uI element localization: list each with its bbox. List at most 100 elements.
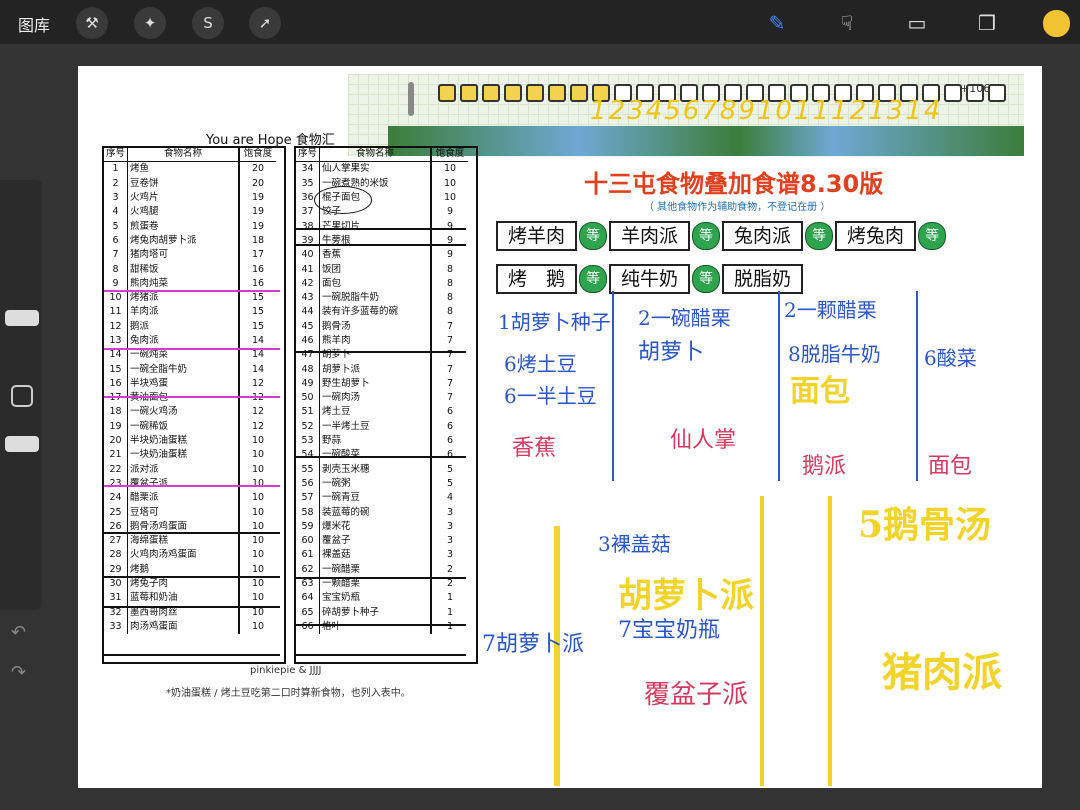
- game-screenshot: +106 1234567891011121314: [348, 74, 1024, 156]
- food-no: 58: [301, 506, 314, 518]
- layers-icon[interactable]: ❒: [970, 6, 1004, 40]
- drawing-canvas[interactable]: +106 1234567891011121314 You are Hope 食物…: [78, 66, 1042, 788]
- modifier-button[interactable]: [11, 385, 33, 407]
- table-row: 43 一碗脱脂牛奶 8: [296, 290, 469, 306]
- brush-icon[interactable]: ✎: [760, 6, 794, 40]
- handwritten-note: 6一半土豆: [504, 384, 597, 408]
- table-row: 48 胡萝卜派 7: [296, 362, 469, 377]
- transform-arrow-icon[interactable]: ➚: [249, 7, 281, 39]
- food-value: 9: [430, 248, 469, 263]
- food-name: 胡萝卜派: [319, 362, 432, 377]
- eraser-icon[interactable]: ▭: [900, 6, 934, 40]
- food-value: 3: [430, 505, 469, 520]
- handwritten-note: 覆盆子派: [644, 680, 749, 710]
- food-no: 5: [112, 220, 119, 232]
- food-no: 56: [301, 477, 314, 489]
- yellow-divider: [760, 496, 764, 786]
- recipe-item: 羊肉派: [609, 221, 691, 251]
- opacity-slider[interactable]: [5, 436, 39, 452]
- brush-size-slider[interactable]: [5, 310, 39, 326]
- food-name: 野蒜: [319, 433, 432, 449]
- food-name: 格叶: [319, 619, 432, 635]
- food-name: 烤猪派: [127, 290, 240, 306]
- handwritten-note: 猪肉派: [882, 649, 1002, 696]
- food-name: 火鸡腿: [127, 205, 240, 220]
- table-row: 51 烤土豆 6: [296, 405, 469, 420]
- food-name: 豆卷饼: [127, 176, 240, 191]
- food-slot: [570, 84, 588, 102]
- equals-badge: 等: [918, 222, 947, 250]
- table-row: 28 火鸡肉汤鸡蛋面 10: [104, 548, 277, 563]
- wrench-icon[interactable]: ⚒: [76, 7, 108, 39]
- recipe-subtitle: （ 其他食物作为辅助食物，不登记在册 ）: [644, 202, 831, 213]
- food-no: 15: [109, 363, 122, 375]
- food-value: 10: [238, 448, 277, 463]
- table-row: 12 鹅派 15: [104, 319, 277, 334]
- food-no: 52: [301, 420, 314, 432]
- blue-divider: [612, 291, 614, 481]
- food-value: 20: [238, 176, 277, 191]
- recipe-row-2: 烤 鹅 等 纯牛奶 等 脱脂奶: [496, 264, 804, 294]
- color-picker-button[interactable]: [1042, 9, 1071, 38]
- table-row: 59 爆米花 3: [296, 519, 469, 535]
- food-name: 羊肉派: [127, 305, 240, 320]
- food-value: 10: [430, 176, 469, 191]
- recipe-item: 烤 鹅: [496, 264, 578, 294]
- food-value: 7: [430, 376, 469, 392]
- col-header-value: 饱食度: [430, 147, 469, 163]
- food-name: 烤兔肉胡萝卜派: [127, 233, 240, 249]
- handwritten-note: 胡萝卜: [638, 340, 705, 365]
- food-value: 10: [238, 534, 277, 549]
- equals-badge: 等: [692, 222, 721, 250]
- strike-line: [104, 654, 280, 656]
- food-no: 34: [301, 163, 314, 175]
- food-no: 11: [109, 306, 122, 318]
- table-row: 17黄油面包12: [104, 391, 277, 406]
- food-value: 8: [430, 276, 469, 291]
- food-name: 装有许多蓝莓的碗: [319, 305, 432, 320]
- food-value: 8: [430, 262, 469, 277]
- highlight-line: [104, 485, 280, 487]
- table-row: 38 芒果切片 9: [296, 219, 469, 234]
- table-row: 27 海绵蛋糕 10: [104, 534, 277, 549]
- food-no: 28: [109, 549, 122, 561]
- table-row: 29 烤鹅 10: [104, 562, 277, 577]
- equals-badge: 等: [579, 265, 608, 293]
- food-value: 19: [238, 219, 277, 234]
- food-value: 5: [430, 462, 469, 477]
- handwritten-note: 7胡萝卜派: [482, 632, 584, 657]
- food-name: 火鸡片: [127, 190, 240, 206]
- redo-icon[interactable]: ↷: [11, 662, 26, 683]
- food-no: 43: [301, 292, 314, 304]
- food-name: 一碗炖菜: [127, 348, 240, 363]
- magic-wand-icon[interactable]: ✦: [134, 7, 166, 39]
- food-no: 18: [109, 406, 122, 418]
- handwritten-note: 8脱脂牛奶: [788, 342, 881, 366]
- undo-icon[interactable]: ↶: [11, 622, 26, 643]
- handwritten-note: 3裸盖菇: [598, 532, 671, 556]
- selection-icon[interactable]: S: [192, 7, 224, 39]
- food-name: 猪肉塔可: [127, 248, 240, 263]
- recipe-item: 脱脂奶: [722, 264, 804, 294]
- food-value: 8: [430, 290, 469, 306]
- table-row: 10 烤猪派 15: [104, 290, 277, 306]
- smudge-icon[interactable]: ☟: [830, 6, 864, 40]
- food-value: 14: [238, 333, 277, 349]
- food-no: 14: [109, 349, 122, 361]
- food-value: 10: [238, 462, 277, 477]
- strike-line: [296, 228, 466, 230]
- food-value: 4: [430, 491, 469, 506]
- food-name: 鹅派: [127, 319, 240, 334]
- food-name: 半块奶油蛋糕: [127, 433, 240, 449]
- table-row: 8 甜稀饭 16: [104, 262, 277, 277]
- table-row: 25 豆塔可 10: [104, 505, 277, 520]
- food-name: 香蕉: [319, 248, 432, 263]
- table-row: 13 兔肉派 14: [104, 333, 277, 349]
- food-name: 火鸡肉汤鸡蛋面: [127, 548, 240, 563]
- handwritten-note: 2一颗醋栗: [784, 298, 877, 322]
- food-table-left: 序号 食物名称 饱食度 1 烤鱼 20 2 豆卷饼 20 3 火鸡片 19 4 火鸡腿 19 5 煎蛋卷 1…: [104, 147, 277, 635]
- gallery-button[interactable]: 图库: [18, 12, 50, 36]
- food-value: 12: [238, 391, 277, 406]
- food-no: 64: [301, 592, 314, 604]
- col-header-no: 序号: [296, 147, 320, 163]
